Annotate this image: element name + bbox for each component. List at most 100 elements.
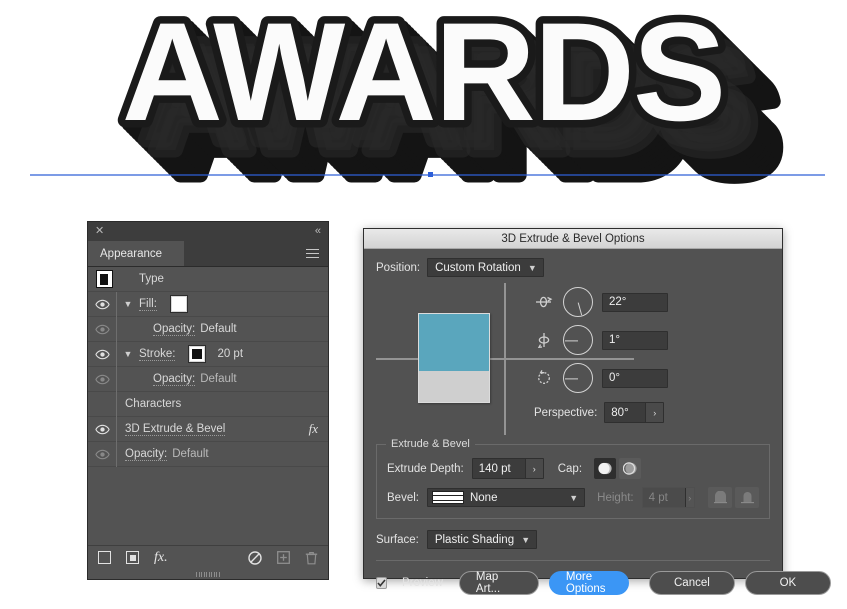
tab-appearance[interactable]: Appearance (88, 241, 184, 266)
appearance-item-list: Type ▼ Fill: Opacity: Default ▼ Stroke: … (88, 267, 328, 545)
appearance-row-object-opacity[interactable]: Opacity: Default (88, 441, 328, 467)
expand-stroke-icon[interactable]: ▼ (117, 349, 139, 359)
clear-appearance-button[interactable] (248, 550, 262, 565)
cap-solid-button[interactable] (594, 458, 617, 479)
duplicate-item-button[interactable] (277, 551, 290, 564)
appearance-row-label[interactable]: Stroke: (139, 348, 176, 361)
appearance-row-characters[interactable]: Characters (88, 391, 328, 417)
appearance-row-stroke-opacity[interactable]: Opacity: Default (88, 366, 328, 392)
expand-fill-icon[interactable]: ▼ (117, 299, 139, 309)
appearance-row-label[interactable]: 3D Extrude & Bevel (125, 423, 226, 436)
rotate-z-value: 0° (609, 372, 620, 384)
rotation-y-row: 1° (534, 321, 724, 359)
surface-row: Surface: Plastic Shading ▼ (376, 530, 770, 549)
visibility-toggle-stroke[interactable] (88, 349, 116, 360)
cancel-button[interactable]: Cancel (648, 571, 735, 595)
rotate-x-input[interactable]: 22° (602, 292, 668, 312)
position-row: Position: Custom Rotation ▼ (376, 258, 770, 277)
dialog-button-row: Preview Map Art... More Options Cancel O… (364, 561, 831, 595)
collapse-panel-icon[interactable]: « (315, 226, 321, 237)
preview-checkbox[interactable] (376, 577, 387, 589)
appearance-row-stroke[interactable]: ▼ Stroke: 20 pt (88, 341, 328, 367)
type-object-icon (96, 270, 113, 288)
more-options-label: More Options (565, 571, 606, 595)
bevel-none-icon (431, 491, 464, 504)
appearance-row-label[interactable]: Opacity: (125, 448, 168, 461)
rotate-y-dial[interactable] (563, 325, 593, 355)
stroke-weight-value[interactable]: 20 pt (217, 348, 243, 360)
perspective-stepper[interactable]: 80° › (604, 402, 665, 423)
text-front-face (122, 0, 724, 150)
dialog-title-bar[interactable]: 3D Extrude & Bevel Options (364, 229, 782, 249)
close-icon[interactable]: ✕ (95, 226, 104, 237)
hamburger-icon (306, 246, 319, 261)
bevel-height-stepper: 4 pt › (641, 487, 695, 508)
extrude-depth-stepper[interactable]: 140 pt › (471, 458, 544, 479)
eye-icon (94, 424, 110, 434)
map-art-button[interactable]: Map Art... (458, 571, 539, 595)
appearance-row-fill-opacity[interactable]: Opacity: Default (88, 316, 328, 342)
surface-select-value: Plastic Shading (434, 533, 515, 546)
bevel-extent-out-icon (713, 491, 727, 504)
dial-hand (565, 378, 578, 380)
map-art-label: Map Art... (475, 571, 501, 595)
panel-title-bar[interactable]: ✕ « (88, 222, 328, 241)
visibility-toggle-fill-opacity[interactable] (88, 324, 116, 335)
preview-cube[interactable] (418, 313, 490, 403)
position-label: Position: (376, 261, 421, 274)
rotate-z-dial[interactable] (563, 363, 593, 393)
chevron-right-icon[interactable]: › (645, 403, 664, 422)
stroke-color-swatch[interactable] (189, 346, 206, 362)
bevel-height-label: Height: (597, 491, 634, 504)
cap-hollow-button[interactable] (619, 458, 642, 479)
add-effect-button[interactable]: fx. (154, 550, 168, 566)
surface-select[interactable]: Plastic Shading ▼ (426, 530, 538, 549)
appearance-row-label: Fill: (139, 297, 157, 311)
surface-label: Surface: (376, 533, 419, 546)
appearance-row-label[interactable]: Opacity: (153, 373, 196, 386)
position-select[interactable]: Custom Rotation ▼ (427, 258, 544, 277)
fill-color-swatch[interactable] (170, 296, 187, 312)
appearance-row-label[interactable]: Opacity: (153, 323, 196, 336)
rotate-y-input[interactable]: 1° (602, 330, 668, 350)
new-stroke-button[interactable] (126, 551, 139, 564)
screenshot-root: AWARDS (0, 0, 847, 609)
rotate-x-dial[interactable] (563, 287, 593, 317)
bevel-select[interactable]: None ▼ (426, 488, 586, 507)
cap-solid-icon (597, 462, 612, 475)
rotation-fields: 22° 1° 0° Perspective: 80° › (534, 283, 724, 423)
preview-label[interactable]: Preview (402, 577, 443, 589)
visibility-toggle-fill[interactable] (88, 299, 116, 310)
extrude-bevel-section: Extrude & Bevel Extrude Depth: 140 pt › … (376, 438, 770, 519)
new-fill-button[interactable] (98, 551, 111, 564)
more-options-button[interactable]: More Options (548, 571, 629, 595)
visibility-toggle-stroke-opacity[interactable] (88, 374, 116, 385)
appearance-panel[interactable]: ✕ « Appearance Type ▼ Fill: Opacity: Def… (87, 221, 329, 580)
appearance-row-value: Default (200, 323, 237, 335)
chevron-right-icon[interactable]: › (524, 459, 543, 478)
rotation-x-row: 22° (534, 283, 724, 321)
ok-button[interactable]: OK (744, 571, 831, 595)
appearance-row-type[interactable]: Type (88, 267, 328, 292)
delete-item-button[interactable] (305, 551, 318, 565)
panel-resize-grip[interactable] (88, 569, 328, 579)
rotate-z-input[interactable]: 0° (602, 368, 668, 388)
visibility-toggle-3d-effect[interactable] (88, 424, 116, 435)
row-divider (116, 391, 117, 417)
perspective-label: Perspective: (534, 406, 598, 419)
3d-extrude-bevel-dialog[interactable]: 3D Extrude & Bevel Options Position: Cus… (363, 228, 831, 595)
cap-label: Cap: (557, 462, 583, 475)
fx-icon[interactable]: fx (309, 421, 318, 437)
eye-icon (94, 349, 110, 359)
panel-menu-button[interactable] (297, 241, 328, 266)
awards-3d-text-artwork: AWARDS (0, 0, 847, 205)
appearance-row-3d-extrude-bevel[interactable]: 3D Extrude & Bevel fx (88, 416, 328, 442)
clear-appearance-icon (248, 550, 262, 565)
extrude-depth-value: 140 pt (478, 462, 511, 475)
appearance-row-fill[interactable]: ▼ Fill: (88, 291, 328, 317)
cap-hollow-icon (622, 462, 637, 475)
cancel-label: Cancel (674, 577, 710, 589)
chevron-down-icon: ▼ (569, 492, 579, 503)
visibility-toggle-object-opacity[interactable] (88, 449, 116, 460)
ok-label: OK (779, 577, 797, 589)
